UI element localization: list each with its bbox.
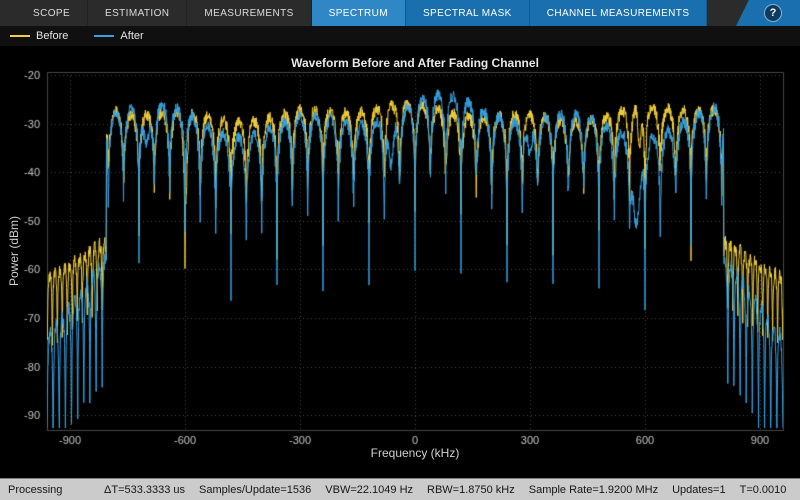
- status-metric: Sample Rate=1.9200 MHz: [528, 483, 659, 496]
- tab-spectrum[interactable]: SPECTRUM: [311, 0, 406, 26]
- help-button[interactable]: ?: [764, 4, 782, 22]
- legend-label: Before: [36, 30, 69, 42]
- legend: Before After: [0, 26, 800, 47]
- spectrum-plot-canvas[interactable]: [0, 47, 800, 478]
- plot-area: Waveform Before and After Fading Channel…: [0, 47, 800, 478]
- status-metric: RBW=1.8750 kHz: [427, 483, 515, 496]
- status-state: Processing: [8, 483, 63, 496]
- legend-item-before[interactable]: Before: [10, 30, 68, 42]
- status-metric: ΔT=533.3333 us: [104, 483, 186, 496]
- legend-item-after[interactable]: After: [94, 30, 144, 42]
- legend-swatch-after: [94, 35, 115, 37]
- tab-spectral-mask[interactable]: SPECTRAL MASK: [405, 0, 530, 26]
- toolstrip-tabs: SCOPE ESTIMATION MEASUREMENTS SPECTRUM SPECT…: [16, 0, 708, 26]
- status-metric: Updates=1: [672, 483, 726, 496]
- tab-channel-measurements[interactable]: CHANNEL MEASUREMENTS: [529, 0, 708, 26]
- tab-measurements[interactable]: MEASUREMENTS: [187, 0, 312, 26]
- status-metric: Samples/Update=1536: [199, 483, 312, 496]
- status-metrics: ΔT=533.3333 us Samples/Update=1536 VBW=22.…: [104, 484, 786, 496]
- status-bar: Processing ΔT=533.3333 us Samples/Update=…: [0, 478, 800, 500]
- legend-swatch-before: [10, 35, 30, 37]
- status-metric: T=0.0010: [739, 483, 787, 496]
- tab-scope[interactable]: SCOPE: [16, 0, 89, 26]
- spectrum-analyzer-window: SCOPE ESTIMATION MEASUREMENTS SPECTRUM SPECT…: [0, 0, 800, 500]
- toolstrip-end: ?: [736, 0, 800, 26]
- tab-estimation[interactable]: ESTIMATION: [88, 0, 188, 26]
- legend-label: After: [120, 30, 144, 42]
- toolstrip: SCOPE ESTIMATION MEASUREMENTS SPECTRUM SPECT…: [0, 0, 800, 26]
- status-metric: VBW=22.1049 Hz: [325, 483, 414, 496]
